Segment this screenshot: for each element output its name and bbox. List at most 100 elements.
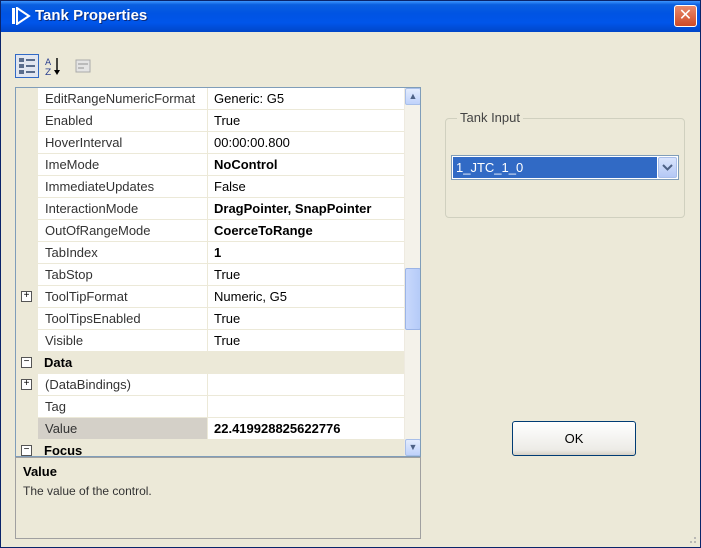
property-pages-icon [75, 59, 91, 73]
row-gutter [16, 220, 38, 242]
property-row[interactable]: Tag [16, 396, 406, 418]
property-value[interactable]: Generic: G5 [208, 88, 406, 110]
property-row[interactable]: InteractionMode DragPointer, SnapPointer [16, 198, 406, 220]
resize-grip-icon[interactable] [685, 532, 697, 544]
alphabetical-sort-icon: A Z [45, 58, 60, 78]
tank-input-selected-value: 1_JTC_1_0 [453, 157, 657, 178]
property-grid-toolbar: A Z [15, 51, 425, 81]
row-gutter [16, 176, 38, 198]
alphabetical-button[interactable]: A Z [41, 54, 65, 78]
property-row[interactable]: Value 22.419928825622776 [16, 418, 406, 440]
property-value[interactable]: CoerceToRange [208, 220, 406, 242]
property-name[interactable]: InteractionMode [38, 198, 208, 220]
row-gutter [16, 154, 38, 176]
tank-properties-dialog: Tank Properties ✕ A Z EditRangeNumericFo… [0, 0, 701, 548]
property-value[interactable]: NoControl [208, 154, 406, 176]
chevron-up-icon: ▲ [408, 91, 418, 101]
collapse-icon[interactable]: − [21, 357, 32, 368]
ok-button[interactable]: OK [512, 421, 636, 456]
category-row[interactable]: − Data [16, 352, 406, 374]
property-value[interactable]: True [208, 330, 406, 352]
collapse-icon[interactable]: − [21, 445, 32, 456]
row-gutter [16, 88, 38, 110]
property-name[interactable]: (DataBindings) [38, 374, 208, 396]
property-name[interactable]: Value [38, 418, 208, 440]
property-value[interactable] [208, 374, 406, 396]
property-value[interactable]: 00:00:00.800 [208, 132, 406, 154]
row-gutter: + [16, 374, 38, 396]
property-row[interactable]: + (DataBindings) [16, 374, 406, 396]
row-gutter [16, 198, 38, 220]
row-gutter [16, 264, 38, 286]
property-name[interactable]: ToolTipFormat [38, 286, 208, 308]
chevron-down-icon: ▼ [408, 442, 418, 452]
property-row[interactable]: OutOfRangeMode CoerceToRange [16, 220, 406, 242]
property-value[interactable]: False [208, 176, 406, 198]
property-name[interactable]: Enabled [38, 110, 208, 132]
property-row[interactable]: + ToolTipFormat Numeric, G5 [16, 286, 406, 308]
property-value[interactable] [208, 396, 406, 418]
property-name[interactable]: TabIndex [38, 242, 208, 264]
property-row[interactable]: TabIndex 1 [16, 242, 406, 264]
expand-icon[interactable]: + [21, 379, 32, 390]
category-label: Data [44, 355, 73, 370]
property-row[interactable]: ImeMode NoControl [16, 154, 406, 176]
svg-text:Z: Z [45, 68, 51, 77]
row-gutter: + [16, 286, 38, 308]
property-name[interactable]: EditRangeNumericFormat [38, 88, 208, 110]
chevron-down-icon [662, 164, 673, 171]
tank-input-group: Tank Input 1_JTC_1_0 [445, 110, 685, 218]
row-gutter [16, 418, 38, 440]
row-gutter [16, 396, 38, 418]
property-name[interactable]: Tag [38, 396, 208, 418]
property-name[interactable]: ImmediateUpdates [38, 176, 208, 198]
description-text: The value of the control. [23, 484, 152, 498]
property-row[interactable]: EditRangeNumericFormat Generic: G5 [16, 88, 406, 110]
property-pages-button[interactable] [71, 54, 95, 78]
property-value[interactable]: 22.419928825622776 [208, 418, 406, 440]
property-name[interactable]: Visible [38, 330, 208, 352]
close-icon: ✕ [678, 7, 693, 24]
row-gutter [16, 242, 38, 264]
property-value[interactable]: True [208, 308, 406, 330]
property-row[interactable]: ToolTipsEnabled True [16, 308, 406, 330]
category-label: Focus [44, 443, 83, 457]
property-value[interactable]: Numeric, G5 [208, 286, 406, 308]
property-name[interactable]: ImeMode [38, 154, 208, 176]
property-grid[interactable]: EditRangeNumericFormat Generic: G5 Enabled… [15, 87, 421, 457]
property-row[interactable]: Enabled True [16, 110, 406, 132]
app-icon [11, 6, 31, 26]
property-description-panel: Value The value of the control. [15, 457, 421, 539]
svg-text:A: A [45, 58, 52, 68]
row-gutter [16, 330, 38, 352]
property-value[interactable]: 1 [208, 242, 406, 264]
categorized-icon [19, 58, 35, 74]
title-bar[interactable]: Tank Properties ✕ [1, 1, 700, 32]
property-name[interactable]: OutOfRangeMode [38, 220, 208, 242]
property-row[interactable]: HoverInterval 00:00:00.800 [16, 132, 406, 154]
category-row[interactable]: − Focus [16, 440, 406, 457]
categorized-button[interactable] [15, 54, 39, 78]
scroll-up-button[interactable]: ▲ [405, 88, 420, 105]
expand-icon[interactable]: + [21, 291, 32, 302]
tank-input-group-label: Tank Input [457, 110, 523, 125]
property-value[interactable]: True [208, 264, 406, 286]
scroll-thumb[interactable] [405, 268, 420, 330]
scroll-down-button[interactable]: ▼ [405, 439, 420, 456]
row-gutter [16, 308, 38, 330]
property-row[interactable]: TabStop True [16, 264, 406, 286]
row-gutter [16, 110, 38, 132]
dropdown-button[interactable] [658, 157, 677, 178]
property-value[interactable]: True [208, 110, 406, 132]
close-button[interactable]: ✕ [674, 5, 697, 27]
property-grid-scrollbar[interactable]: ▲ ▼ [404, 88, 420, 456]
property-row[interactable]: ImmediateUpdates False [16, 176, 406, 198]
property-name[interactable]: HoverInterval [38, 132, 208, 154]
property-name[interactable]: ToolTipsEnabled [38, 308, 208, 330]
description-title: Value [23, 464, 57, 479]
property-value[interactable]: DragPointer, SnapPointer [208, 198, 406, 220]
property-name[interactable]: TabStop [38, 264, 208, 286]
property-row[interactable]: Visible True [16, 330, 406, 352]
tank-input-dropdown[interactable]: 1_JTC_1_0 [451, 155, 679, 180]
window-title: Tank Properties [35, 7, 148, 24]
